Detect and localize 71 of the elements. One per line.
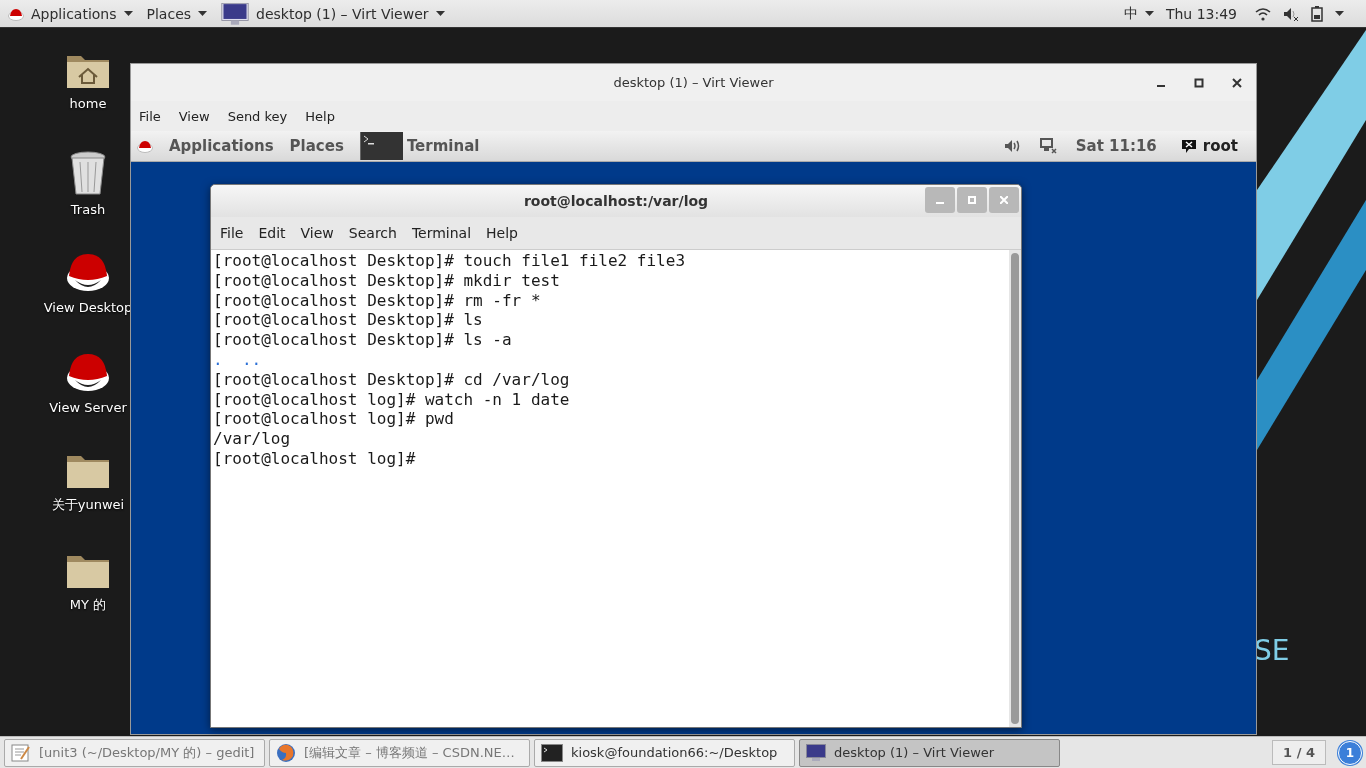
terminal-line: [root@localhost Desktop]# cd /var/log: [213, 369, 571, 390]
desktop-icon-label[interactable]: 关于yunwei: [51, 496, 125, 514]
redhat-icon: [8, 6, 24, 21]
scrollbar[interactable]: [1009, 250, 1021, 727]
menu-item[interactable]: File: [139, 108, 161, 124]
guest-menu[interactable]: Places: [289, 137, 344, 155]
menu-item[interactable]: Edit: [258, 225, 286, 241]
guest-menu[interactable]: Applications: [169, 137, 274, 155]
desktop-icon-label[interactable]: MY 的: [69, 596, 107, 614]
menu-item[interactable]: Send key: [227, 108, 288, 124]
terminal-icon: [360, 132, 403, 160]
desktop-icon-label[interactable]: home: [69, 96, 107, 111]
menu-item[interactable]: View: [300, 225, 334, 241]
guest-taskbar-button[interactable]: Terminal: [360, 132, 480, 160]
window-title: root@localhost:/var/log: [523, 193, 709, 209]
taskbar-button[interactable]: [编辑文章 – 博客频道 – CSDN.NE…: [269, 738, 530, 767]
terminal-line: [root@localhost log]# pwd: [213, 409, 455, 430]
maximize-icon: [968, 196, 976, 204]
taskbar-button[interactable]: kiosk@foundation66:~/Desktop: [534, 738, 795, 767]
top-bar-menu[interactable]: Applications: [8, 5, 133, 22]
window-menu[interactable]: desktop (1) – Virt Viewer: [221, 2, 445, 25]
caret-icon: [1144, 11, 1154, 16]
menu-item[interactable]: Search: [348, 225, 397, 241]
network-disconnected-icon[interactable]: [1039, 138, 1058, 154]
terminal-line: [root@localhost Desktop]# rm -fr *: [213, 290, 542, 311]
terminal-line: [root@localhost Desktop]# ls -a: [213, 330, 513, 350]
close-icon[interactable]: [1232, 78, 1242, 88]
caret-icon: [123, 11, 133, 16]
workspace-switcher[interactable]: 1 / 4: [1272, 740, 1326, 765]
taskbar-button[interactable]: [unit3 (~/Desktop/MY 的) – gedit]: [4, 738, 265, 767]
wifi-icon[interactable]: [1255, 6, 1271, 21]
menu-item[interactable]: Help: [486, 225, 518, 241]
terminal-line: [root@localhost Desktop]# mkdir test: [213, 270, 561, 291]
volume-muted-icon[interactable]: [1283, 6, 1299, 21]
browser-icon: [276, 742, 296, 763]
clock[interactable]: Thu 13:49: [1165, 5, 1237, 22]
redhat-icon: [137, 139, 153, 153]
terminal-line: . ..: [213, 350, 263, 370]
terminal-line: /var/log: [213, 429, 292, 449]
chat-icon: [1180, 138, 1197, 154]
monitor-icon: [221, 2, 250, 25]
terminal-icon: [541, 743, 563, 762]
terminal-line: [root@localhost Desktop]# ls: [213, 310, 484, 331]
top-bar-menu[interactable]: Places: [146, 5, 208, 22]
menu-item[interactable]: Terminal: [411, 225, 472, 241]
menu-item[interactable]: File: [220, 225, 244, 241]
caret-icon: [435, 11, 445, 16]
text-editor-icon: [11, 743, 31, 762]
caret-icon: [198, 11, 208, 16]
close-icon: [1000, 196, 1008, 204]
battery-icon[interactable]: [1311, 5, 1323, 22]
menu-item[interactable]: Help: [305, 108, 335, 124]
notification-badge[interactable]: 1: [1338, 740, 1362, 765]
user-menu[interactable]: root: [1180, 137, 1238, 155]
terminal-line: [root@localhost log]#: [213, 448, 417, 469]
terminal-line: [root@localhost Desktop]# touch file1 file2 file3: [213, 251, 686, 271]
input-method-menu[interactable]: 中: [1123, 4, 1154, 23]
caret-icon[interactable]: [1335, 11, 1344, 16]
desktop-icon-label[interactable]: View Server: [49, 400, 127, 415]
guest-clock[interactable]: Sat 11:16: [1075, 137, 1157, 155]
terminal-line: [root@localhost log]# watch -n 1 date: [213, 389, 571, 410]
maximize-icon[interactable]: [1194, 78, 1204, 88]
taskbar-button[interactable]: desktop (1) – Virt Viewer: [799, 738, 1060, 767]
window-title: desktop (1) – Virt Viewer: [613, 75, 774, 90]
desktop-icon-label[interactable]: View Desktop: [43, 300, 133, 315]
desktop-icon-label[interactable]: Trash: [70, 202, 106, 217]
monitor-icon: [806, 743, 826, 762]
volume-icon[interactable]: [1003, 139, 1022, 153]
menu-item[interactable]: View: [178, 108, 210, 124]
wallpaper-text: SE: [1254, 634, 1290, 667]
trash-icon[interactable]: [68, 150, 108, 196]
